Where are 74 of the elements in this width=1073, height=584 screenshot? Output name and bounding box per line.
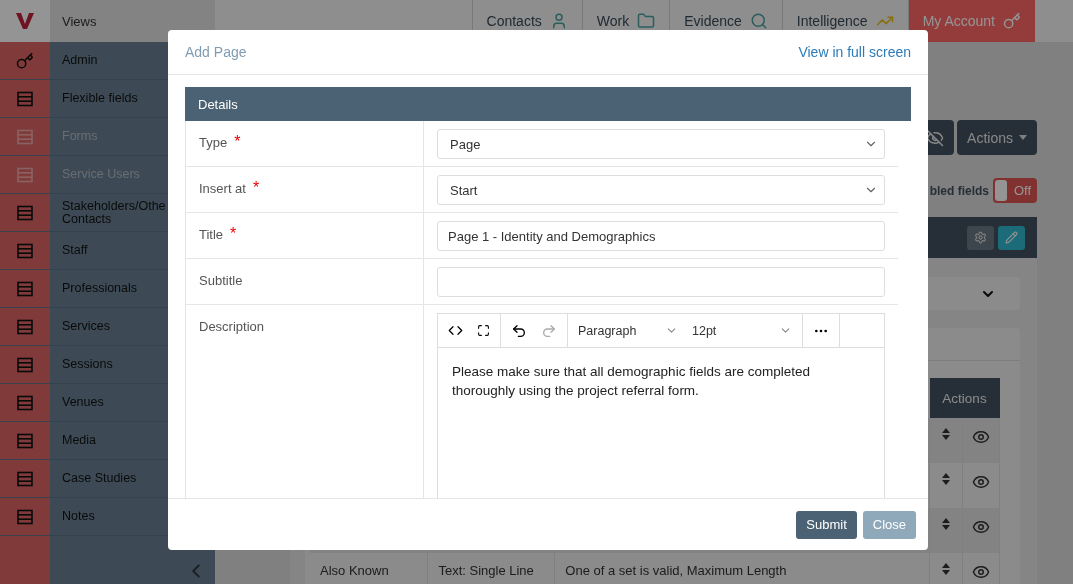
list-icon <box>17 242 33 259</box>
list-icon <box>17 204 33 221</box>
list-icon <box>17 280 33 297</box>
logo-icon[interactable] <box>15 11 35 31</box>
view-icon[interactable] <box>972 428 990 446</box>
sidebar-item[interactable]: Admin <box>50 54 106 67</box>
details-header: Details <box>185 87 911 121</box>
sort-icon[interactable] <box>942 473 950 485</box>
views-label[interactable]: Views <box>62 13 97 29</box>
field-label: Description <box>199 319 265 334</box>
edit-button[interactable] <box>998 225 1025 250</box>
undo-icon[interactable] <box>511 322 527 339</box>
submit-button[interactable]: Submit <box>796 510 857 539</box>
list-icon <box>17 470 33 487</box>
list-icon <box>17 90 33 107</box>
key-icon <box>16 51 34 70</box>
full-screen-link[interactable]: View in full screen <box>798 44 911 60</box>
field-label: Insert at <box>199 181 246 196</box>
list-icon <box>17 166 33 183</box>
list-icon <box>17 128 33 145</box>
sidebar-item[interactable]: Stakeholders/Othe Contacts <box>50 199 168 226</box>
table-cell: One of a set is valid, Maximum Length <box>565 563 787 578</box>
search-icon <box>749 12 768 30</box>
key-icon <box>1003 12 1021 30</box>
table-cell: Text: Single Line <box>438 563 534 578</box>
dialog-title: Add Page <box>185 44 247 60</box>
sort-icon[interactable] <box>942 518 950 530</box>
sidebar-item[interactable]: Sessions <box>50 358 121 371</box>
view-icon[interactable] <box>972 518 990 536</box>
actions-button[interactable]: Actions <box>957 120 1037 155</box>
font-size-select[interactable]: 12pt <box>692 323 792 338</box>
close-button[interactable]: Close <box>862 510 916 539</box>
list-icon <box>17 356 33 373</box>
toggle-label: bled fields <box>929 183 989 198</box>
field-label: Type <box>199 135 228 150</box>
toggle-switch[interactable]: Off <box>993 178 1037 203</box>
select-field[interactable]: Page <box>437 129 885 159</box>
fullscreen-icon[interactable] <box>477 324 490 337</box>
sort-icon[interactable] <box>942 563 950 575</box>
editor-text: Please make sure that all demographic fields are completed thoroughly using the project referral form. <box>451 363 811 400</box>
list-icon <box>17 432 33 449</box>
table-cell: Also Known <box>320 563 389 578</box>
text-field[interactable] <box>437 267 885 297</box>
sidebar-item[interactable]: Venues <box>50 396 112 409</box>
sidebar-item[interactable]: Services <box>50 320 118 333</box>
nav-tab[interactable]: My Account <box>907 0 1035 42</box>
column-header: Actions <box>929 378 1000 418</box>
list-icon <box>17 508 33 525</box>
settings-button[interactable] <box>967 225 994 250</box>
sidebar-item[interactable]: Case Studies <box>50 472 145 485</box>
sidebar-item[interactable]: Flexible fields <box>50 92 146 105</box>
required-mark: * <box>234 135 241 149</box>
sidebar-item[interactable]: Media <box>50 434 105 447</box>
view-icon[interactable] <box>972 473 990 491</box>
code-icon[interactable] <box>448 323 463 338</box>
sort-icon[interactable] <box>942 428 950 440</box>
field-label: Title <box>199 227 224 242</box>
block-format-select[interactable]: Paragraph <box>578 323 678 338</box>
caret-icon <box>1019 135 1027 140</box>
pencil-icon <box>1005 231 1018 244</box>
required-mark: * <box>252 181 260 195</box>
eye-off-icon <box>926 128 945 147</box>
text-field[interactable]: Page 1 - Identity and Demographics <box>437 221 885 251</box>
sidebar-item[interactable]: Professionals <box>50 282 146 295</box>
list-icon <box>17 394 33 411</box>
folder-icon <box>637 12 656 30</box>
sidebar-item[interactable]: Notes <box>50 510 103 523</box>
required-mark: * <box>230 227 237 241</box>
gear-icon <box>974 231 987 244</box>
sidebar-item[interactable]: Staff <box>50 244 96 257</box>
view-icon[interactable] <box>972 563 990 581</box>
field-label: Subtitle <box>199 273 243 288</box>
list-icon <box>17 318 33 335</box>
select-field[interactable]: Start <box>437 175 885 205</box>
